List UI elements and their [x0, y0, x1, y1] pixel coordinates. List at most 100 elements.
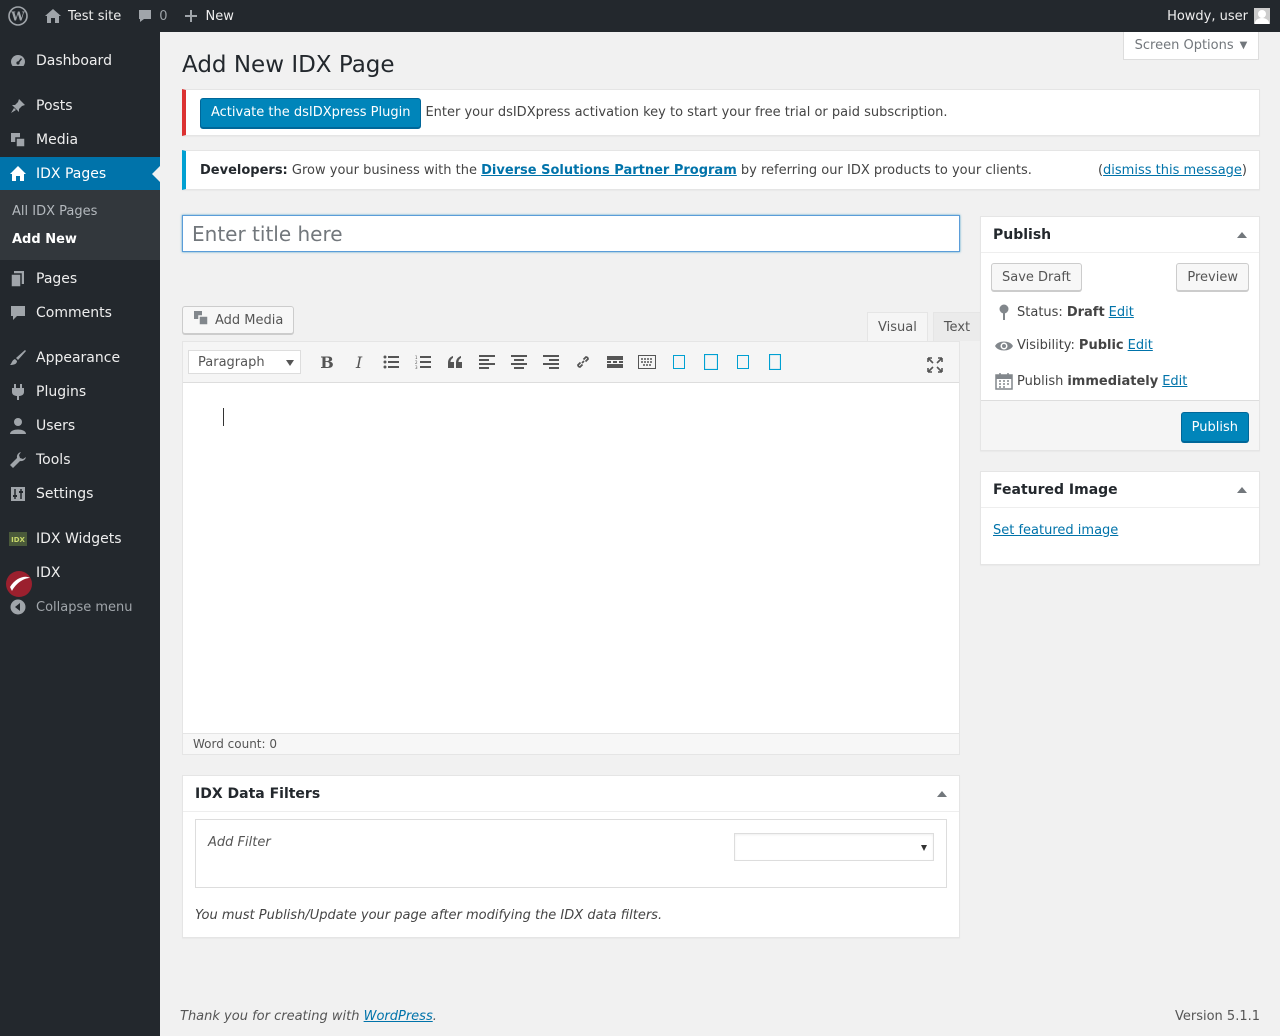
- new-content-link[interactable]: New: [176, 0, 242, 32]
- activation-notice-text: Enter your dsIDXpress activation key to …: [425, 105, 948, 120]
- idx-data-filters-box: IDX Data Filters Add Filter You must Pub…: [182, 775, 960, 938]
- edit-visibility-link[interactable]: Edit: [1128, 338, 1153, 353]
- sidebar-item-idx-pages[interactable]: IDX Pages: [0, 157, 160, 191]
- idx-insert-icon[interactable]: [663, 347, 695, 377]
- set-featured-image-link[interactable]: Set featured image: [993, 523, 1118, 538]
- submenu-item-all-idx-pages[interactable]: All IDX Pages: [12, 204, 97, 219]
- add-media-button[interactable]: Add Media: [182, 306, 295, 334]
- dismiss-close-paren: ): [1241, 163, 1247, 178]
- align-center-icon[interactable]: [503, 347, 535, 377]
- read-more-icon[interactable]: [599, 347, 631, 377]
- bulleted-list-icon[interactable]: [375, 347, 407, 377]
- activate-plugin-button[interactable]: Activate the dsIDXpress Plugin: [200, 97, 422, 128]
- toolbar-toggle-icon[interactable]: [631, 347, 663, 377]
- edit-status-link[interactable]: Edit: [1109, 305, 1134, 320]
- filter-note: You must Publish/Update your page after …: [195, 908, 663, 923]
- idx-listing-icon[interactable]: [695, 347, 727, 377]
- numbered-list-icon[interactable]: 123: [407, 347, 439, 377]
- tab-visual[interactable]: Visual: [867, 312, 928, 341]
- align-right-icon[interactable]: [535, 347, 567, 377]
- plus-icon: [184, 9, 198, 23]
- account-menu[interactable]: Howdy, user: [1159, 0, 1280, 32]
- activation-notice: Activate the dsIDXpress Plugin Enter you…: [182, 89, 1260, 136]
- dismiss-message-link[interactable]: dismiss this message: [1103, 163, 1242, 178]
- sidebar-label: Settings: [36, 486, 94, 502]
- idx-map-icon[interactable]: [727, 347, 759, 377]
- partner-program-link[interactable]: Diverse Solutions Partner Program: [481, 163, 737, 178]
- bold-icon[interactable]: B: [311, 347, 343, 377]
- idx-pages-submenu: All IDX Pages Add New: [0, 190, 160, 260]
- italic-icon[interactable]: I: [343, 347, 375, 377]
- editor-toolbar: Paragraph B I 123: [183, 342, 959, 383]
- svg-text:IDX: IDX: [11, 536, 25, 544]
- sidebar-item-posts[interactable]: Posts: [0, 89, 160, 123]
- collapse-menu-button[interactable]: Collapse menu: [0, 590, 160, 624]
- sidebar-item-idx[interactable]: IDX: [0, 556, 160, 597]
- format-select[interactable]: Paragraph: [188, 350, 301, 374]
- site-name-link[interactable]: Test site: [36, 0, 129, 32]
- wordpress-link[interactable]: WordPress: [364, 1009, 433, 1024]
- sidebar-label: Plugins: [36, 384, 87, 400]
- media-icon: [0, 131, 36, 149]
- align-left-icon[interactable]: [471, 347, 503, 377]
- main-content: Screen Options ▼ Add New IDX Page Activa…: [160, 32, 1280, 1036]
- sidebar-label: IDX Pages: [36, 166, 107, 182]
- fullscreen-icon[interactable]: [919, 350, 951, 380]
- featured-image-header[interactable]: Featured Image: [981, 472, 1259, 508]
- save-draft-button[interactable]: Save Draft: [991, 263, 1082, 291]
- text-caret: [223, 408, 224, 426]
- schedule-row: Publish immediately Edit: [991, 372, 1187, 390]
- sidebar-item-users[interactable]: Users: [0, 409, 160, 443]
- developers-notice: Developers: Grow your business with the …: [182, 150, 1260, 190]
- sidebar-item-plugins[interactable]: Plugins: [0, 375, 160, 409]
- editor-tabs: Visual Text: [862, 312, 982, 341]
- sidebar-item-pages[interactable]: Pages: [0, 262, 160, 296]
- word-count: Word count: 0: [193, 737, 278, 751]
- sidebar-item-dashboard[interactable]: Dashboard: [0, 44, 160, 78]
- collapse-toggle-icon[interactable]: [1237, 232, 1247, 238]
- collapse-toggle-icon[interactable]: [937, 791, 947, 797]
- visibility-row: Visibility: Public Edit: [991, 338, 1153, 353]
- sidebar-item-comments[interactable]: Comments: [0, 296, 160, 330]
- publish-timing-value: immediately: [1067, 373, 1159, 389]
- publish-button[interactable]: Publish: [1180, 412, 1249, 442]
- comment-icon: [137, 8, 153, 24]
- collapse-icon: [0, 599, 36, 615]
- sidebar-item-media[interactable]: Media: [0, 123, 160, 157]
- title-field-wrapper: [182, 215, 960, 252]
- page-icon: [0, 270, 36, 288]
- sidebar-label: IDX: [36, 565, 61, 581]
- sidebar-item-tools[interactable]: Tools: [0, 443, 160, 477]
- idx-data-filters-header[interactable]: IDX Data Filters: [183, 776, 959, 812]
- idx-search-icon[interactable]: [759, 347, 791, 377]
- sidebar-label: Comments: [36, 305, 112, 321]
- pin-icon: [991, 304, 1017, 320]
- wordpress-logo-icon[interactable]: W: [0, 0, 36, 32]
- comments-link[interactable]: 0: [129, 0, 175, 32]
- sidebar-item-settings[interactable]: Settings: [0, 477, 160, 511]
- blockquote-icon[interactable]: [439, 347, 471, 377]
- comment-icon: [0, 304, 36, 322]
- sidebar-label: Posts: [36, 98, 73, 114]
- screen-options-button[interactable]: Screen Options ▼: [1123, 32, 1259, 60]
- editor-content-area[interactable]: [183, 383, 959, 734]
- publish-box-header[interactable]: Publish: [981, 217, 1259, 253]
- status-row: Status: Draft Edit: [991, 304, 1134, 320]
- submenu-item-add-new[interactable]: Add New: [12, 232, 77, 247]
- add-filter-select[interactable]: [734, 833, 934, 861]
- idx-widgets-icon: IDX: [0, 532, 36, 546]
- home-icon: [0, 165, 36, 183]
- site-name: Test site: [68, 8, 122, 24]
- sidebar-item-appearance[interactable]: Appearance: [0, 341, 160, 375]
- title-input[interactable]: [192, 221, 950, 246]
- edit-schedule-link[interactable]: Edit: [1162, 374, 1187, 389]
- tab-text[interactable]: Text: [932, 312, 982, 341]
- visibility-label: Visibility:: [1017, 338, 1075, 353]
- footer-thankyou: Thank you for creating with WordPress.: [180, 1009, 437, 1024]
- preview-button[interactable]: Preview: [1176, 263, 1249, 291]
- comments-count: 0: [159, 8, 168, 24]
- collapse-toggle-icon[interactable]: [1237, 487, 1247, 493]
- new-label: New: [205, 8, 234, 24]
- avatar: [1254, 8, 1270, 24]
- link-icon[interactable]: [567, 347, 599, 377]
